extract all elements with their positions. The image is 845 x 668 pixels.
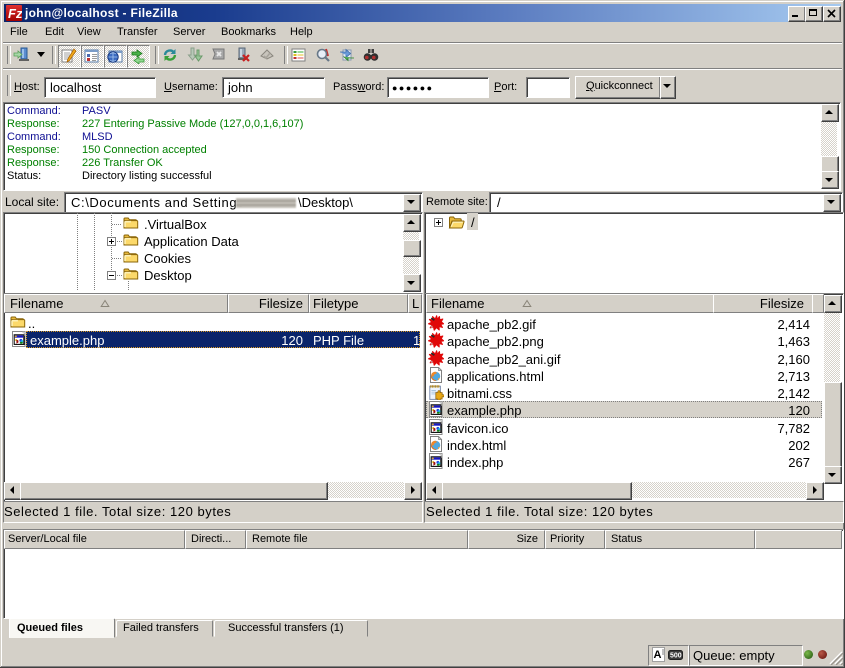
svg-text:500: 500	[670, 653, 682, 660]
svg-text:A: A	[654, 649, 662, 661]
svg-text:Fz: Fz	[8, 6, 22, 21]
